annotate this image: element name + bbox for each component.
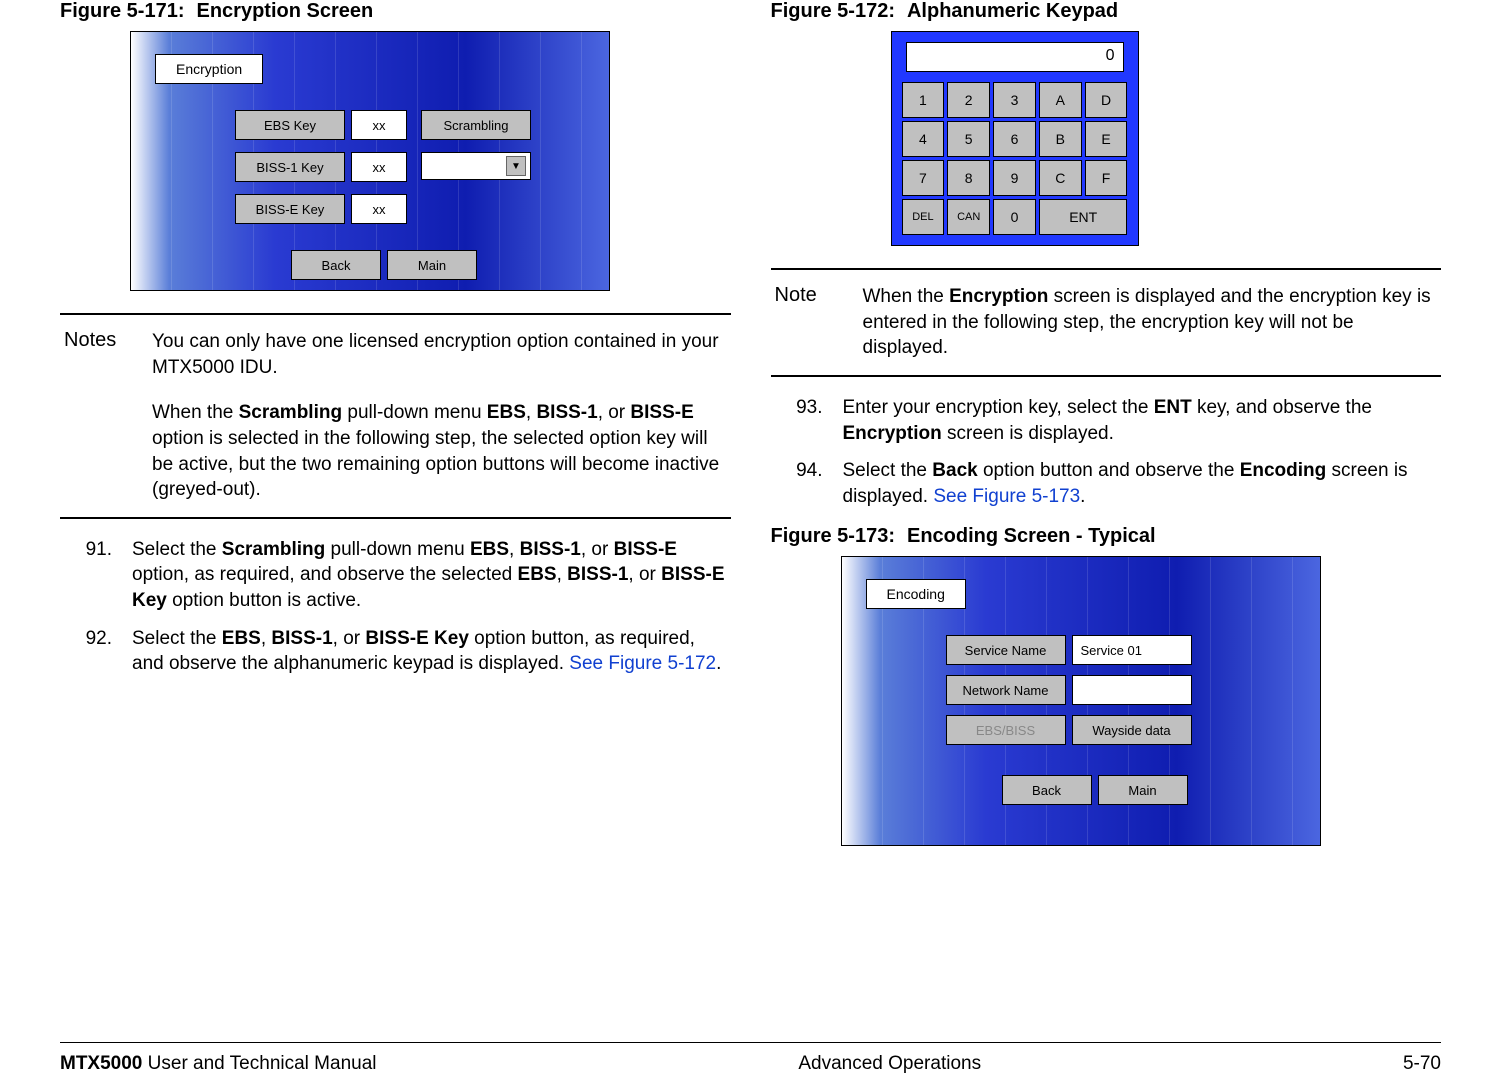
key-D[interactable]: D bbox=[1085, 82, 1128, 118]
ebs-key-button[interactable]: EBS Key bbox=[235, 110, 345, 140]
bisse-key-value[interactable]: xx bbox=[351, 194, 407, 224]
note-label: Note bbox=[771, 284, 863, 361]
key-4[interactable]: 4 bbox=[902, 121, 945, 157]
service-name-value[interactable]: Service 01 bbox=[1072, 635, 1192, 665]
ebs-biss-button: EBS/BISS bbox=[946, 715, 1066, 745]
notes-label: Notes bbox=[60, 329, 152, 503]
footer-left: MTX5000 User and Technical Manual bbox=[60, 1053, 377, 1075]
step-93: 93. Enter your encryption key, select th… bbox=[771, 395, 1442, 446]
key-7[interactable]: 7 bbox=[902, 160, 945, 196]
chevron-down-icon: ▼ bbox=[506, 156, 526, 176]
page-footer: MTX5000 User and Technical Manual Advanc… bbox=[60, 1042, 1441, 1075]
scrambling-dropdown[interactable]: ▼ bbox=[421, 152, 531, 180]
key-B[interactable]: B bbox=[1039, 121, 1082, 157]
encoding-back-button[interactable]: Back bbox=[1002, 775, 1092, 805]
note-block-right: Note When the Encryption screen is displ… bbox=[771, 268, 1442, 377]
key-3[interactable]: 3 bbox=[993, 82, 1036, 118]
key-F[interactable]: F bbox=[1085, 160, 1128, 196]
scrambling-button[interactable]: Scrambling bbox=[421, 110, 531, 140]
key-1[interactable]: 1 bbox=[902, 82, 945, 118]
encryption-screen: Encryption EBS Key xx Scrambling BISS-1 … bbox=[130, 31, 610, 291]
note-right-p: When the Encryption screen is displayed … bbox=[863, 284, 1442, 361]
footer-center: Advanced Operations bbox=[798, 1053, 981, 1075]
encoding-title-tab: Encoding bbox=[866, 579, 966, 609]
keypad-display: 0 bbox=[906, 42, 1124, 72]
key-5[interactable]: 5 bbox=[947, 121, 990, 157]
key-can[interactable]: CAN bbox=[947, 199, 990, 235]
service-name-button[interactable]: Service Name bbox=[946, 635, 1066, 665]
key-8[interactable]: 8 bbox=[947, 160, 990, 196]
key-ent[interactable]: ENT bbox=[1039, 199, 1128, 235]
step-92: 92. Select the EBS, BISS-1, or BISS-E Ke… bbox=[60, 626, 731, 677]
footer-right: 5-70 bbox=[1403, 1053, 1441, 1075]
key-C[interactable]: C bbox=[1039, 160, 1082, 196]
key-A[interactable]: A bbox=[1039, 82, 1082, 118]
alphanumeric-keypad: 0 1 2 3 A D 4 5 6 B E 7 8 9 C F bbox=[891, 31, 1139, 246]
bisse-key-button[interactable]: BISS-E Key bbox=[235, 194, 345, 224]
notes-block-left: Notes You can only have one licensed enc… bbox=[60, 313, 731, 519]
step-91: 91. Select the Scrambling pull-down menu… bbox=[60, 537, 731, 614]
key-2[interactable]: 2 bbox=[947, 82, 990, 118]
back-button[interactable]: Back bbox=[291, 250, 381, 280]
notes-left-p2: When the Scrambling pull-down menu EBS, … bbox=[152, 400, 731, 503]
ebs-key-value[interactable]: xx bbox=[351, 110, 407, 140]
biss1-key-value[interactable]: xx bbox=[351, 152, 407, 182]
key-9[interactable]: 9 bbox=[993, 160, 1036, 196]
see-figure-172-link[interactable]: See Figure 5-172 bbox=[569, 653, 716, 674]
figure-173-title: Figure 5-173:Encoding Screen - Typical bbox=[771, 525, 1442, 548]
figure-172-title: Figure 5-172:Alphanumeric Keypad bbox=[771, 0, 1442, 23]
encryption-title-tab: Encryption bbox=[155, 54, 263, 84]
key-del[interactable]: DEL bbox=[902, 199, 945, 235]
key-0[interactable]: 0 bbox=[993, 199, 1036, 235]
see-figure-173-link[interactable]: See Figure 5-173 bbox=[933, 486, 1080, 507]
wayside-data-button[interactable]: Wayside data bbox=[1072, 715, 1192, 745]
figure-171-title: Figure 5-171:Encryption Screen bbox=[60, 0, 731, 23]
biss1-key-button[interactable]: BISS-1 Key bbox=[235, 152, 345, 182]
network-name-value[interactable] bbox=[1072, 675, 1192, 705]
step-94: 94. Select the Back option button and ob… bbox=[771, 458, 1442, 509]
notes-left-p1: You can only have one licensed encryptio… bbox=[152, 329, 731, 380]
key-6[interactable]: 6 bbox=[993, 121, 1036, 157]
encoding-screen: Encoding Service Name Service 01 Network… bbox=[841, 556, 1321, 846]
main-button[interactable]: Main bbox=[387, 250, 477, 280]
key-E[interactable]: E bbox=[1085, 121, 1128, 157]
encoding-main-button[interactable]: Main bbox=[1098, 775, 1188, 805]
network-name-button[interactable]: Network Name bbox=[946, 675, 1066, 705]
